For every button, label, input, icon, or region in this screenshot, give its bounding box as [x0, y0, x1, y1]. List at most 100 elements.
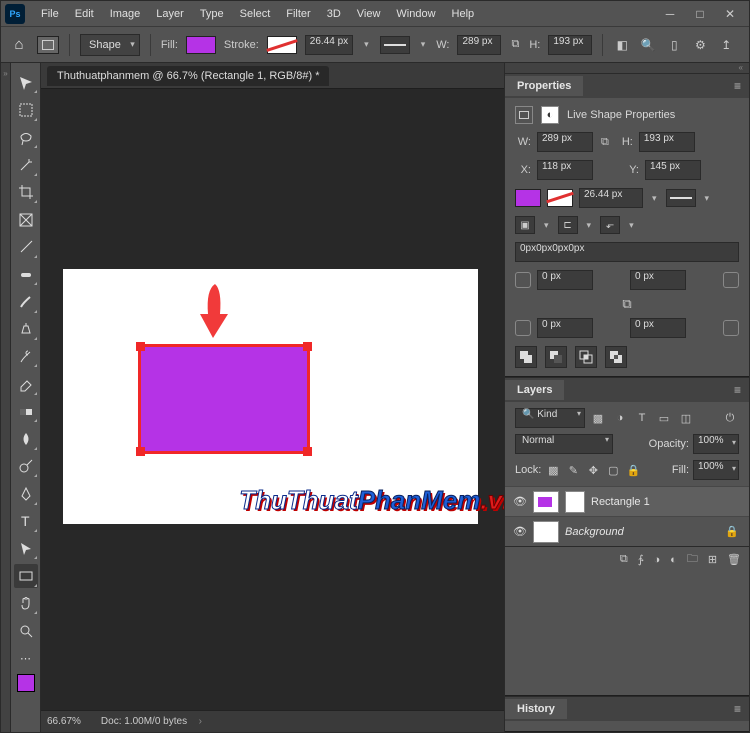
- pathop-intersect[interactable]: [575, 346, 597, 368]
- filter-type-icon[interactable]: T: [633, 409, 651, 427]
- layer-mask-thumbnail[interactable]: [565, 491, 585, 513]
- pathop-combine[interactable]: [515, 346, 537, 368]
- filter-shape-icon[interactable]: ▭: [655, 409, 673, 427]
- resize-handle-tr[interactable]: [303, 342, 312, 351]
- corner-br-field[interactable]: 0 px: [630, 318, 686, 338]
- lock-all-icon[interactable]: 🔒: [625, 462, 641, 478]
- layer-name[interactable]: Background: [565, 526, 719, 538]
- lock-pixels-icon[interactable]: ✎: [565, 462, 581, 478]
- corner-tl-field[interactable]: 0 px: [537, 270, 593, 290]
- corner-tr-icon[interactable]: [723, 272, 739, 288]
- collapsed-panel-strip[interactable]: «: [505, 63, 749, 73]
- lasso-tool[interactable]: [14, 126, 38, 149]
- stroke-caps-button[interactable]: ⊏: [558, 216, 578, 234]
- history-brush-tool[interactable]: [14, 345, 38, 368]
- stroke-color-swatch[interactable]: [267, 36, 297, 54]
- prop-stroke-width-field[interactable]: 26.44 px: [579, 188, 643, 208]
- stroke-width-field[interactable]: 26.44 px: [305, 35, 353, 55]
- stroke-corners-button[interactable]: ⬐: [600, 216, 620, 234]
- prop-y-field[interactable]: 145 px: [645, 160, 701, 180]
- pathop-exclude[interactable]: [605, 346, 627, 368]
- foreground-color-swatch[interactable]: [17, 674, 35, 692]
- panel-menu-icon[interactable]: ≡: [726, 383, 749, 397]
- adjustment-layer-icon[interactable]: ◐: [670, 554, 677, 566]
- filter-smart-icon[interactable]: ◫: [677, 409, 695, 427]
- canvas-viewport[interactable]: ThuThuatPhanMem.vn: [41, 89, 504, 710]
- panel-menu-icon[interactable]: ≡: [726, 702, 749, 716]
- layer-thumbnail[interactable]: [533, 491, 559, 513]
- chevron-down-icon[interactable]: ▾: [541, 220, 552, 231]
- add-mask-icon[interactable]: ◑: [654, 554, 661, 566]
- new-layer-icon[interactable]: ⊞: [708, 553, 717, 566]
- eraser-tool[interactable]: [14, 372, 38, 395]
- chevron-down-icon[interactable]: ▾: [361, 39, 372, 50]
- link-corners-icon[interactable]: ⧉: [515, 296, 739, 312]
- opacity-field[interactable]: 100%: [693, 434, 739, 454]
- delete-layer-icon[interactable]: 🗑: [727, 553, 741, 566]
- frame-tool[interactable]: [14, 208, 38, 231]
- shape-width-field[interactable]: 289 px: [457, 35, 501, 55]
- corner-radius-summary[interactable]: 0px0px0px0px: [515, 242, 739, 262]
- canvas[interactable]: ThuThuatPhanMem.vn: [63, 269, 478, 524]
- clone-stamp-tool[interactable]: [14, 318, 38, 341]
- document-tab[interactable]: Thuthuatphanmem @ 66.7% (Rectangle 1, RG…: [47, 66, 329, 86]
- resize-handle-bl[interactable]: [136, 447, 145, 456]
- stroke-style-dropdown[interactable]: [380, 36, 410, 54]
- gradient-tool[interactable]: [14, 400, 38, 423]
- edit-toolbar[interactable]: ⋯: [14, 647, 38, 670]
- layer-row[interactable]: 👁 Rectangle 1: [505, 486, 749, 516]
- gear-icon[interactable]: ⚙: [691, 36, 709, 54]
- prop-x-field[interactable]: 118 px: [537, 160, 593, 180]
- menu-help[interactable]: Help: [444, 4, 483, 24]
- prop-height-field[interactable]: 193 px: [639, 132, 695, 152]
- history-tab[interactable]: History: [505, 699, 567, 719]
- healing-brush-tool[interactable]: [14, 263, 38, 286]
- menu-filter[interactable]: Filter: [278, 4, 318, 24]
- corner-br-icon[interactable]: [723, 320, 739, 336]
- resize-handle-tl[interactable]: [136, 342, 145, 351]
- zoom-level[interactable]: 66.67%: [47, 716, 81, 727]
- link-layers-icon[interactable]: ⧉: [620, 553, 628, 566]
- corner-tl-icon[interactable]: [515, 272, 531, 288]
- rectangle-tool[interactable]: [14, 564, 38, 587]
- layer-fx-icon[interactable]: ∱: [638, 553, 644, 566]
- layers-tab[interactable]: Layers: [505, 380, 564, 400]
- minimize-button[interactable]: ─: [655, 4, 685, 24]
- magic-wand-tool[interactable]: [14, 153, 38, 176]
- chevron-down-icon[interactable]: ▾: [584, 220, 595, 231]
- path-selection-tool[interactable]: [14, 537, 38, 560]
- menu-type[interactable]: Type: [192, 4, 232, 24]
- resize-handle-br[interactable]: [303, 447, 312, 456]
- corner-bl-field[interactable]: 0 px: [537, 318, 593, 338]
- menu-edit[interactable]: Edit: [67, 4, 102, 24]
- properties-tab[interactable]: Properties: [505, 76, 583, 96]
- pathop-subtract[interactable]: [545, 346, 567, 368]
- path-operations-icon[interactable]: ◧: [613, 36, 631, 54]
- collapsed-panel-strip[interactable]: »: [1, 63, 11, 732]
- filter-adjust-icon[interactable]: ◑: [611, 409, 629, 427]
- close-button[interactable]: ✕: [715, 4, 745, 24]
- chevron-down-icon[interactable]: ▾: [649, 193, 660, 204]
- prop-stroke-style[interactable]: [666, 189, 696, 207]
- type-tool[interactable]: T: [14, 510, 38, 533]
- menu-image[interactable]: Image: [102, 4, 149, 24]
- lock-transparent-icon[interactable]: ▩: [545, 462, 561, 478]
- corner-tr-field[interactable]: 0 px: [630, 270, 686, 290]
- prop-fill-swatch[interactable]: [515, 189, 541, 207]
- visibility-icon[interactable]: 👁: [513, 525, 527, 538]
- blend-mode-dropdown[interactable]: Normal: [515, 434, 613, 454]
- panel-menu-icon[interactable]: ≡: [726, 79, 749, 93]
- chevron-down-icon[interactable]: ▾: [702, 193, 713, 204]
- filter-toggle[interactable]: ⏻: [721, 409, 739, 427]
- chevron-down-icon[interactable]: ▾: [626, 220, 637, 231]
- menu-layer[interactable]: Layer: [148, 4, 192, 24]
- filter-pixel-icon[interactable]: ▩: [589, 409, 607, 427]
- dodge-tool[interactable]: [14, 455, 38, 478]
- layer-name[interactable]: Rectangle 1: [591, 496, 741, 508]
- layer-row[interactable]: 👁 Background 🔒: [505, 516, 749, 546]
- eyedropper-tool[interactable]: [14, 235, 38, 258]
- crop-tool[interactable]: [14, 181, 38, 204]
- lock-position-icon[interactable]: ✥: [585, 462, 601, 478]
- menu-window[interactable]: Window: [388, 4, 443, 24]
- maximize-button[interactable]: □: [685, 4, 715, 24]
